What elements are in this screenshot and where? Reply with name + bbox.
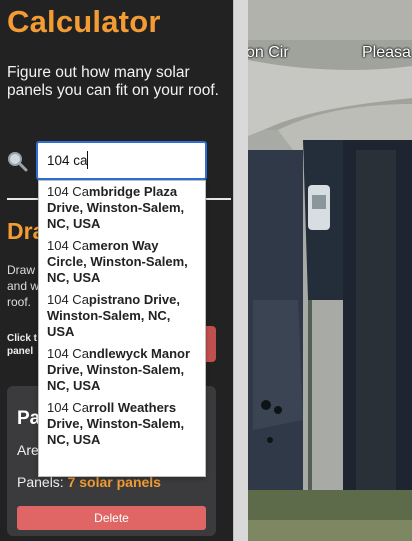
panel-resize-handle[interactable] xyxy=(233,0,248,541)
street-label: on Cir xyxy=(248,44,289,61)
autocomplete-suggestion[interactable]: 104 Carroll Weathers Drive, Winston-Sale… xyxy=(39,397,205,451)
suggestion-match: 104 Ca xyxy=(47,238,89,253)
suggestion-match: 104 Ca xyxy=(47,292,89,307)
panel-card-title: Pa xyxy=(17,408,41,429)
autocomplete-suggestion[interactable]: 104 Cambridge Plaza Drive, Winston-Salem… xyxy=(39,181,205,235)
autocomplete-suggestion[interactable]: 104 Cameron Way Circle, Winston-Salem, N… xyxy=(39,235,205,289)
click-instruction-text: Click t panel xyxy=(7,333,38,357)
panel-card-area: Are xyxy=(17,442,39,458)
satellite-map[interactable]: on Cir Pleasa xyxy=(248,0,412,541)
street-label: Pleasa xyxy=(362,44,411,61)
autocomplete-suggestion[interactable]: 104 Candlewyck Manor Drive, Winston-Sale… xyxy=(39,343,205,397)
autocomplete-suggestion[interactable]: 104 Capistrano Drive, Winston-Salem, NC,… xyxy=(39,289,205,343)
suggestion-match: 104 Ca xyxy=(47,400,89,415)
satellite-imagery xyxy=(248,0,412,541)
page-title: Calculator xyxy=(7,4,161,39)
magnifier-icon xyxy=(6,150,28,172)
suggestion-match: 104 Ca xyxy=(47,184,89,199)
instruction-text: Draw and w roof. xyxy=(7,263,40,309)
suggestion-match: 104 Ca xyxy=(47,346,89,361)
delete-button[interactable]: Delete xyxy=(17,506,206,530)
page-subtitle: Figure out how many solar panels you can… xyxy=(7,64,219,99)
text-caret xyxy=(87,151,88,169)
address-search-input[interactable] xyxy=(36,141,207,180)
autocomplete-dropdown: 104 Cambridge Plaza Drive, Winston-Salem… xyxy=(38,180,206,477)
